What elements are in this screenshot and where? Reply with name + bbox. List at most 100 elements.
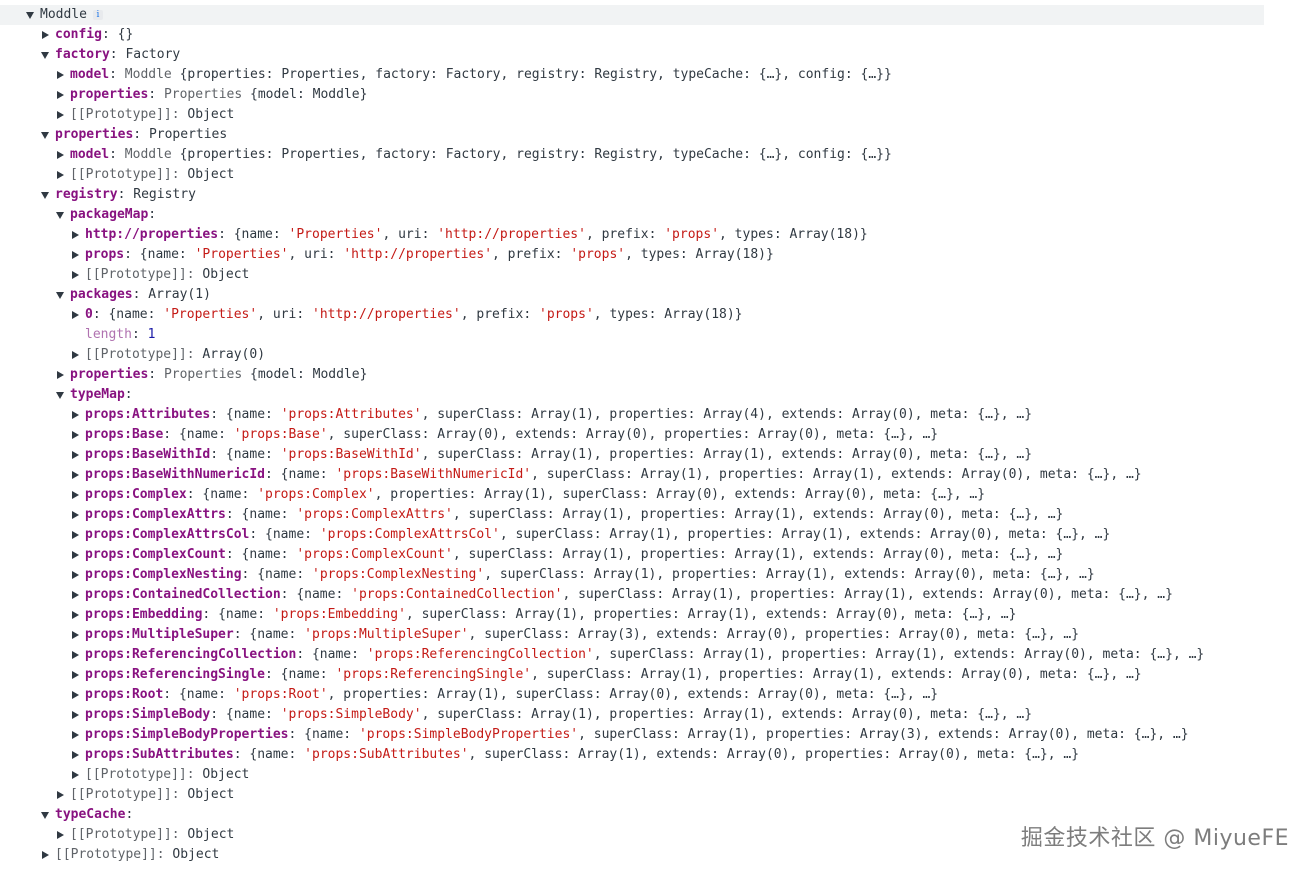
- tree-row[interactable]: props:ReferencingSingle: {name: 'props:R…: [0, 665, 1309, 685]
- expand-arrow-right-icon[interactable]: [54, 105, 66, 125]
- value-text: {name:: [249, 747, 305, 762]
- tree-row[interactable]: props:Complex: {name: 'props:Complex', p…: [0, 485, 1309, 505]
- value-text: {name:: [225, 707, 281, 722]
- expand-arrow-right-icon[interactable]: [69, 605, 81, 625]
- prototype-label: [[Prototype]]: [70, 787, 172, 802]
- colon-separator: :: [171, 787, 188, 802]
- tree-row-text: props:ReferencingCollection: {name: 'pro…: [85, 645, 1204, 665]
- expand-arrow-right-icon[interactable]: [69, 305, 81, 325]
- expand-arrow-down-icon[interactable]: [39, 125, 51, 145]
- expand-arrow-right-icon[interactable]: [69, 485, 81, 505]
- tree-row[interactable]: [[Prototype]]: Object: [0, 265, 1309, 285]
- expand-arrow-down-icon[interactable]: [24, 5, 36, 25]
- tree-row[interactable]: registry: Registry: [0, 185, 1309, 205]
- expand-arrow-down-icon[interactable]: [54, 285, 66, 305]
- tree-row[interactable]: props:ComplexAttrsCol: {name: 'props:Com…: [0, 525, 1309, 545]
- tree-row[interactable]: [[Prototype]]: Object: [0, 165, 1309, 185]
- tree-row[interactable]: props:ComplexAttrs: {name: 'props:Comple…: [0, 505, 1309, 525]
- tree-row[interactable]: properties: Properties: [0, 125, 1309, 145]
- tree-row[interactable]: [[Prototype]]: Object: [0, 105, 1309, 125]
- expand-arrow-right-icon[interactable]: [69, 265, 81, 285]
- tree-row[interactable]: config: {}: [0, 25, 1309, 45]
- expand-arrow-right-icon[interactable]: [69, 225, 81, 245]
- expand-arrow-right-icon[interactable]: [69, 525, 81, 545]
- tree-row[interactable]: 0: {name: 'Properties', uri: 'http://pro…: [0, 305, 1309, 325]
- tree-row[interactable]: props:Attributes: {name: 'props:Attribut…: [0, 405, 1309, 425]
- tree-row-text: [[Prototype]]: Object: [70, 825, 234, 845]
- expand-arrow-right-icon[interactable]: [69, 645, 81, 665]
- tree-row[interactable]: properties: Properties {model: Moddle}: [0, 85, 1309, 105]
- expand-arrow-down-icon[interactable]: [39, 185, 51, 205]
- expand-arrow-right-icon[interactable]: [69, 765, 81, 785]
- expand-arrow-right-icon[interactable]: [69, 665, 81, 685]
- expand-arrow-right-icon[interactable]: [54, 145, 66, 165]
- tree-row[interactable]: packageMap:: [0, 205, 1309, 225]
- value-text: {name:: [296, 587, 352, 602]
- tree-row[interactable]: props:SubAttributes: {name: 'props:SubAt…: [0, 745, 1309, 765]
- colon-separator: :: [148, 87, 164, 102]
- tree-row[interactable]: props:MultipleSuper: {name: 'props:Multi…: [0, 625, 1309, 645]
- expand-arrow-down-icon[interactable]: [54, 385, 66, 405]
- tree-row[interactable]: props:BaseWithNumericId: {name: 'props:B…: [0, 465, 1309, 485]
- tree-row[interactable]: properties: Properties {model: Moddle}: [0, 365, 1309, 385]
- expand-arrow-right-icon[interactable]: [69, 445, 81, 465]
- expand-arrow-right-icon[interactable]: [69, 345, 81, 365]
- string-value: 'props:SimpleBodyProperties': [358, 727, 579, 742]
- expand-arrow-down-icon[interactable]: [39, 45, 51, 65]
- expand-arrow-right-icon[interactable]: [69, 705, 81, 725]
- expand-arrow-right-icon[interactable]: [39, 845, 51, 865]
- info-icon[interactable]: i: [92, 9, 103, 20]
- expand-arrow-down-icon[interactable]: [39, 805, 51, 825]
- tree-row[interactable]: factory: Factory: [0, 45, 1309, 65]
- expand-arrow-right-icon[interactable]: [69, 685, 81, 705]
- string-value: 'props:Embedding': [272, 607, 406, 622]
- tree-row[interactable]: props:ContainedCollection: {name: 'props…: [0, 585, 1309, 605]
- tree-row[interactable]: [[Prototype]]: Array(0): [0, 345, 1309, 365]
- colon-separator: :: [186, 347, 203, 362]
- tree-row[interactable]: model: Moddle {properties: Properties, f…: [0, 65, 1309, 85]
- tree-row[interactable]: [[Prototype]]: Object: [0, 785, 1309, 805]
- tree-row[interactable]: props: {name: 'Properties', uri: 'http:/…: [0, 245, 1309, 265]
- tree-row[interactable]: props:BaseWithId: {name: 'props:BaseWith…: [0, 445, 1309, 465]
- expand-arrow-right-icon[interactable]: [54, 85, 66, 105]
- tree-row[interactable]: props:ComplexCount: {name: 'props:Comple…: [0, 545, 1309, 565]
- tree-row[interactable]: model: Moddle {properties: Properties, f…: [0, 145, 1309, 165]
- expand-arrow-right-icon[interactable]: [69, 245, 81, 265]
- expand-arrow-right-icon[interactable]: [39, 25, 51, 45]
- expand-arrow-right-icon[interactable]: [54, 825, 66, 845]
- tree-row-text: model: Moddle {properties: Properties, f…: [70, 145, 892, 165]
- expand-arrow-right-icon[interactable]: [69, 505, 81, 525]
- expand-arrow-right-icon[interactable]: [69, 745, 81, 765]
- expand-arrow-down-icon[interactable]: [54, 205, 66, 225]
- expand-arrow-right-icon[interactable]: [69, 625, 81, 645]
- value-text: Object: [187, 167, 235, 182]
- expand-arrow-right-icon[interactable]: [54, 785, 66, 805]
- tree-row[interactable]: packages: Array(1): [0, 285, 1309, 305]
- expand-arrow-right-icon[interactable]: [69, 725, 81, 745]
- expand-arrow-right-icon[interactable]: [54, 165, 66, 185]
- expand-arrow-right-icon[interactable]: [69, 425, 81, 445]
- tree-row[interactable]: props:SimpleBody: {name: 'props:SimpleBo…: [0, 705, 1309, 725]
- expand-arrow-right-icon[interactable]: [54, 65, 66, 85]
- tree-row[interactable]: props:Base: {name: 'props:Base', superCl…: [0, 425, 1309, 445]
- expand-arrow-right-icon[interactable]: [69, 545, 81, 565]
- tree-row[interactable]: props:Root: {name: 'props:Root', propert…: [0, 685, 1309, 705]
- expand-arrow-right-icon[interactable]: [69, 465, 81, 485]
- value-text: , uri:: [382, 227, 438, 242]
- tree-row[interactable]: props:Embedding: {name: 'props:Embedding…: [0, 605, 1309, 625]
- tree-row[interactable]: Moddle i: [0, 5, 1264, 25]
- expand-arrow-right-icon[interactable]: [69, 565, 81, 585]
- colon-separator: :: [186, 267, 203, 282]
- tree-row[interactable]: [[Prototype]]: Object: [0, 765, 1309, 785]
- tree-row[interactable]: typeMap:: [0, 385, 1309, 405]
- tree-row[interactable]: props:ComplexNesting: {name: 'props:Comp…: [0, 565, 1309, 585]
- tree-row[interactable]: http://properties: {name: 'Properties', …: [0, 225, 1309, 245]
- colon-separator: :: [210, 407, 226, 422]
- tree-row[interactable]: props:SimpleBodyProperties: {name: 'prop…: [0, 725, 1309, 745]
- expand-arrow-right-icon[interactable]: [54, 365, 66, 385]
- tree-row[interactable]: props:ReferencingCollection: {name: 'pro…: [0, 645, 1309, 665]
- expand-arrow-right-icon[interactable]: [69, 405, 81, 425]
- value-text: {}: [117, 27, 134, 42]
- expand-arrow-right-icon[interactable]: [69, 585, 81, 605]
- tree-row-text: [[Prototype]]: Object: [70, 105, 234, 125]
